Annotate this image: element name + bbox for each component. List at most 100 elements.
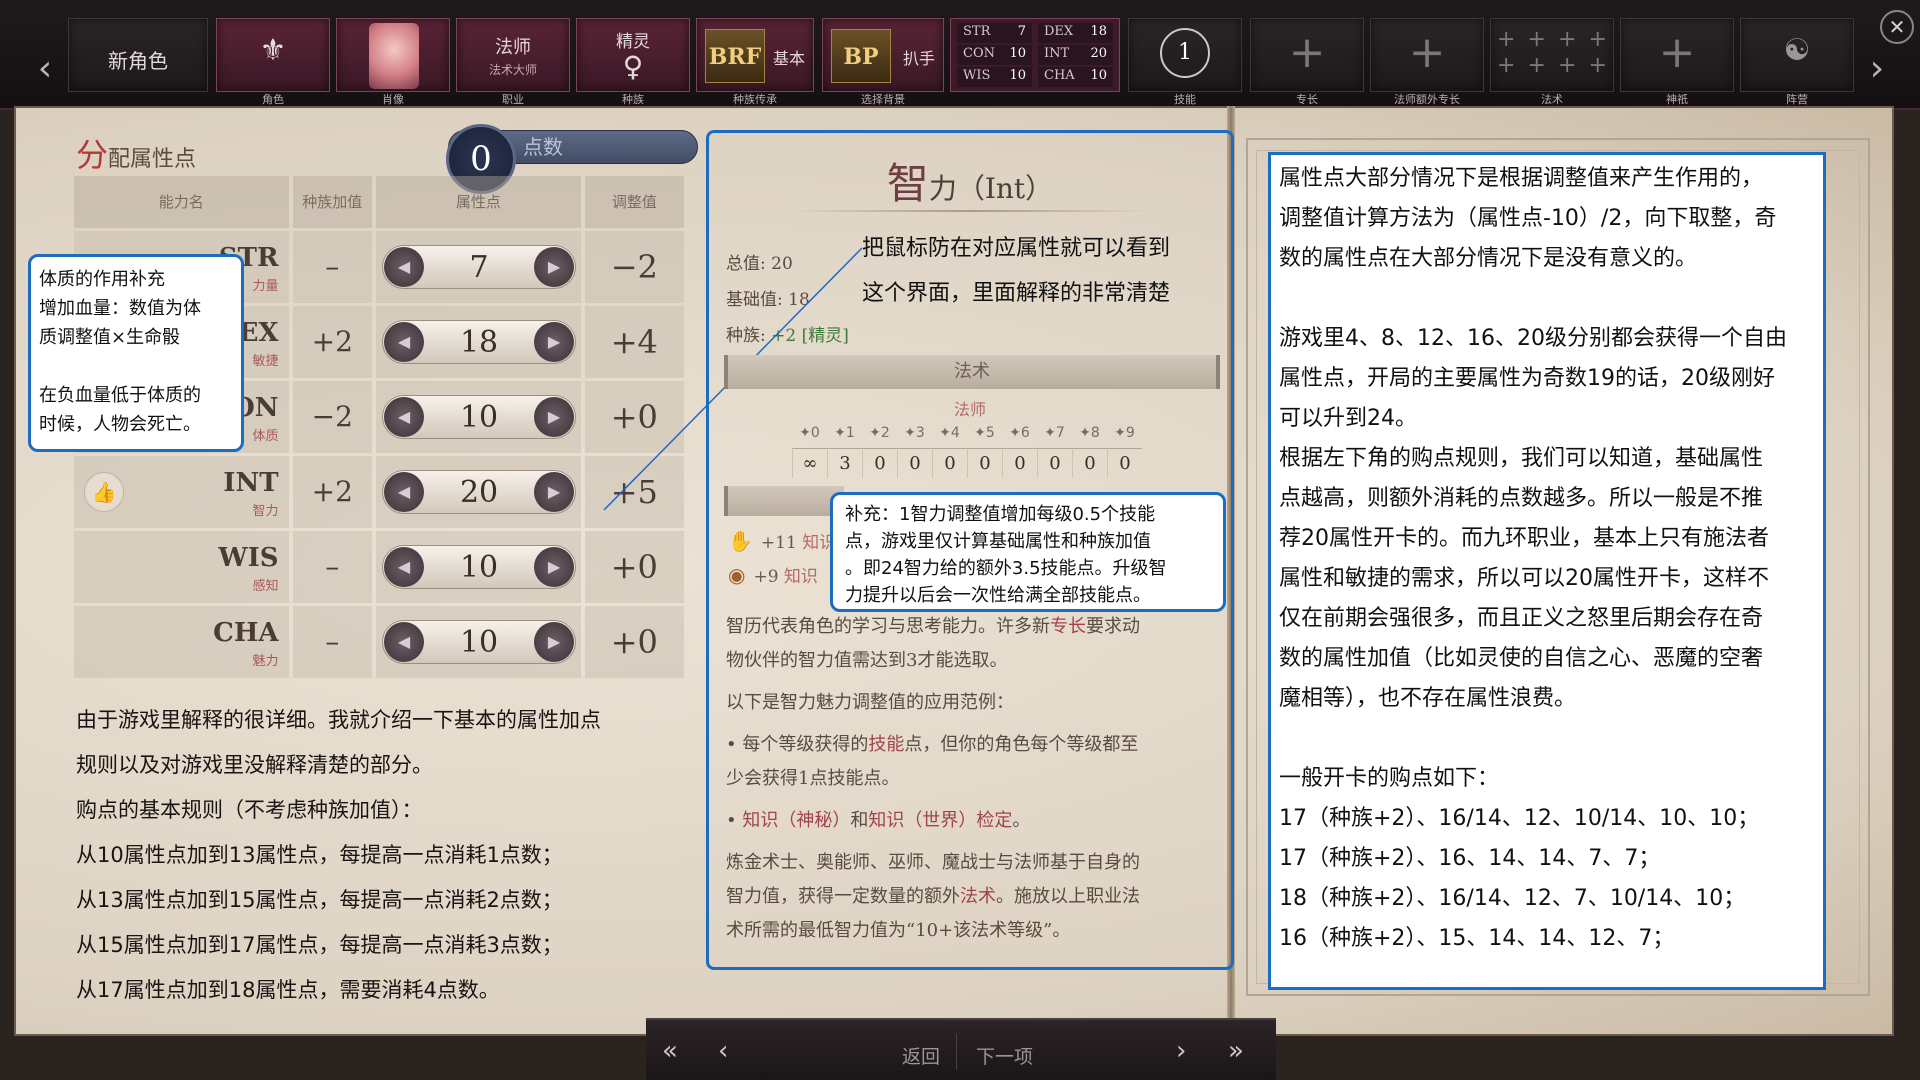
- chevron-left-icon[interactable]: ‹: [30, 46, 60, 92]
- plus-icon: +: [1288, 27, 1326, 78]
- spell-level-label: ✦9: [1114, 425, 1135, 441]
- attribute-guide-annotation: 属性点大部分情况下是根据调整值来产生作用的， 调整值计算方法为（属性点-10）/…: [1268, 152, 1826, 990]
- heritage-icon: BRF: [705, 29, 765, 83]
- hover-annotation: 把鼠标防在对应属性就可以看到 这个界面，里面解释的非常清楚: [862, 226, 1226, 316]
- decrease-button[interactable]: ◀: [384, 247, 425, 287]
- spell-section-header: 法术: [724, 355, 1220, 389]
- annotation-line: 补充：1智力调整值增加每级0.5个技能: [845, 504, 1156, 525]
- ability-cn: 魅力: [252, 654, 279, 669]
- guide-line: 属性和敏捷的需求，所以可以20属性开卡，这样不: [1279, 566, 1769, 591]
- ability-stepper: ◀ 7 ▶: [382, 245, 577, 289]
- constitution-annotation: 体质的作用补充 增加血量：数值为体 质调整值×生命骰 在负血量低于体质的 时候，…: [28, 254, 244, 452]
- race-bonus: –: [292, 531, 373, 603]
- race-bonus: +2: [292, 456, 373, 528]
- guide-line: 游戏里4、8、12、16、20级分别都会获得一个自由: [1279, 326, 1787, 351]
- guide-line: 17（种族+2）、16、14、14、7、7；: [1279, 846, 1661, 871]
- annotation-line: 增加血量：数值为体: [39, 298, 201, 319]
- guide-line: 荐20属性开卡的。而九环职业，基本上只有施法者: [1279, 526, 1769, 551]
- annotation-spacer: [39, 352, 233, 381]
- spell-level-label: ✦7: [1044, 425, 1065, 441]
- knowledge-arcana-link[interactable]: 知识（神秘）: [742, 810, 850, 831]
- female-symbol-icon: ♀: [622, 50, 644, 83]
- step-character[interactable]: ⚜ 角色: [216, 18, 330, 106]
- guide-line: 16（种族+2）、15、14、14、12、7；: [1279, 926, 1675, 951]
- header-points: 属性点: [376, 176, 581, 228]
- double-chevron-left-icon[interactable]: «: [662, 1036, 678, 1066]
- chevron-right-icon[interactable]: ›: [1176, 1036, 1186, 1066]
- increase-button[interactable]: ▶: [534, 622, 575, 662]
- step-background[interactable]: BP 扒手 选择背景: [822, 18, 944, 106]
- decrease-button[interactable]: ◀: [384, 322, 425, 362]
- point-buy-rules-text: 由于游戏里解释的很详细。我就介绍一下基本的属性加点 规则以及对游戏里没解释清楚的…: [76, 698, 716, 1013]
- desc-line: 少会获得1点技能点。: [726, 768, 900, 789]
- step-alignment[interactable]: ☯ 阵营: [1740, 18, 1854, 106]
- close-icon[interactable]: ✕: [1880, 10, 1914, 44]
- ability-abbr: WIS: [218, 543, 279, 573]
- decrease-button[interactable]: ◀: [384, 622, 425, 662]
- chevron-right-icon[interactable]: ›: [1862, 46, 1892, 92]
- ability-stepper: ◀ 20 ▶: [382, 470, 577, 514]
- step-race[interactable]: 精灵 ♀ 种族: [576, 18, 690, 106]
- ability-summary[interactable]: STR 7 DEX 18 CON 10 INT 20 WIS 10 CHA 10: [950, 18, 1120, 92]
- rules-line: 从13属性点加到15属性点，每提高一点消耗2点数；: [76, 888, 563, 912]
- ability-abbr: INT: [223, 468, 279, 498]
- annotation-line: 把鼠标防在对应属性就可以看到: [862, 236, 1171, 261]
- chevron-left-icon[interactable]: ‹: [718, 1036, 728, 1066]
- hand-icon: ✋: [728, 529, 753, 553]
- spell-level-label: ✦4: [939, 425, 960, 441]
- attribute-title: 智力（Int）: [886, 159, 1054, 208]
- decrease-button[interactable]: ◀: [384, 547, 425, 587]
- rules-line: 从17属性点加到18属性点，需要消耗4点数。: [76, 978, 500, 1002]
- increase-button[interactable]: ▶: [534, 472, 575, 512]
- ability-value: 20: [459, 475, 499, 510]
- ability-stepper: ◀ 10 ▶: [382, 620, 577, 664]
- plus-icon: +: [1658, 27, 1696, 78]
- increase-button[interactable]: ▶: [534, 547, 575, 587]
- step-caption: 选择背景: [861, 93, 905, 106]
- spell-slot-count: 0: [967, 448, 1002, 478]
- new-character-button[interactable]: 新角色: [68, 18, 208, 92]
- table-row: CHA 魅力 – ◀ 10 ▶ +0: [74, 606, 688, 678]
- step-class[interactable]: 法师 法术大师 职业: [456, 18, 570, 106]
- guide-line: 调整值计算方法为（属性点-10）/2，向下取整，奇: [1279, 206, 1777, 231]
- step-portrait[interactable]: 肖像: [336, 18, 450, 106]
- stat-dex: DEX 18: [1038, 23, 1113, 43]
- step-wizard-feat[interactable]: + 法师额外专长: [1370, 18, 1484, 106]
- back-button[interactable]: 返回: [902, 1042, 940, 1069]
- header-modifier: 调整值: [584, 176, 684, 228]
- increase-button[interactable]: ▶: [534, 247, 575, 287]
- ability-value: 10: [459, 625, 499, 660]
- spell-level-label: ✦3: [904, 425, 925, 441]
- rules-line: 购点的基本规则（不考虑种族加值）：: [76, 798, 423, 822]
- guide-line: [1279, 279, 1815, 319]
- knowledge-world-link[interactable]: 知识（世界）检定: [868, 810, 1012, 831]
- ability-cn: 智力: [252, 504, 279, 519]
- spell-slot-count: 0: [932, 448, 967, 478]
- decrease-button[interactable]: ◀: [384, 472, 425, 512]
- step-caption: 法师额外专长: [1394, 93, 1460, 106]
- increase-button[interactable]: ▶: [534, 322, 575, 362]
- skill-points-annotation: 补充：1智力调整值增加每级0.5个技能 点，游戏里仅计算基础属性和种族加值 。即…: [830, 492, 1226, 612]
- spell-link[interactable]: 法术: [960, 886, 996, 907]
- increase-button[interactable]: ▶: [534, 397, 575, 437]
- spell-slot-count: 0: [1107, 448, 1142, 478]
- feat-link[interactable]: 专长: [1050, 616, 1086, 637]
- guide-line: 数的属性加值（比如灵使的自信之心、恶魔的空奢: [1279, 646, 1764, 671]
- step-feat[interactable]: + 专长: [1250, 18, 1364, 106]
- step-caption: 神祇: [1666, 93, 1688, 106]
- ability-stepper: ◀ 10 ▶: [382, 545, 577, 589]
- step-heritage[interactable]: BRF 基本 种族传承: [696, 18, 814, 106]
- step-deity[interactable]: + 神祇: [1620, 18, 1734, 106]
- next-button[interactable]: 下一项: [976, 1042, 1033, 1069]
- spell-level-label: ✦2: [869, 425, 890, 441]
- spell-slot-count: 0: [1002, 448, 1037, 478]
- annotation-line: 力提升以后会一次性给满全部技能点。: [845, 585, 1151, 606]
- guide-line: 属性点，开局的主要属性为奇数19的话，20级刚好: [1279, 366, 1775, 391]
- decrease-button[interactable]: ◀: [384, 397, 425, 437]
- plus-icon: +: [1408, 27, 1446, 78]
- step-spells[interactable]: + + + + + + + + 法术: [1490, 18, 1614, 106]
- ability-stepper: ◀ 18 ▶: [382, 320, 577, 364]
- double-chevron-right-icon[interactable]: »: [1228, 1036, 1244, 1066]
- skill-link[interactable]: 技能: [868, 734, 904, 755]
- guide-line: [1279, 719, 1815, 759]
